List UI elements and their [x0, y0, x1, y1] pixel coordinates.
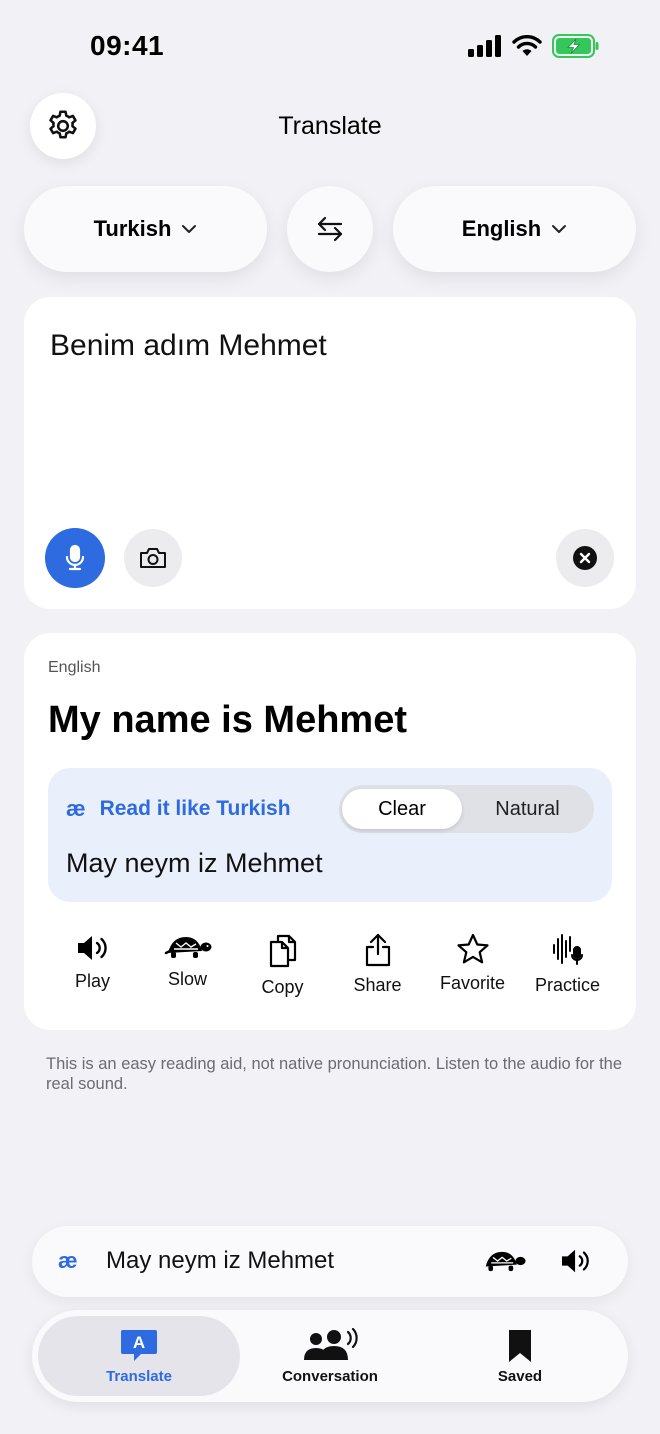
chevron-down-icon: [552, 225, 567, 233]
tab-saved-label: Saved: [497, 1367, 543, 1385]
tab-saved[interactable]: Saved: [430, 1316, 610, 1396]
star-icon: [456, 933, 489, 964]
turtle-icon[interactable]: [482, 1248, 526, 1274]
play-button[interactable]: Play: [45, 933, 140, 992]
favorite-label: Favorite: [439, 973, 506, 993]
people-speaking-icon: [304, 1327, 358, 1360]
action-row: Play Slow Copy Share Favorite Practice: [24, 933, 636, 1013]
cellular-signal-icon: [468, 35, 501, 57]
camera-icon: [140, 548, 166, 568]
copy-label: Copy: [261, 977, 304, 997]
swap-arrows-icon: [317, 216, 343, 242]
output-language-label: English: [48, 659, 101, 676]
status-time: 09:41: [90, 30, 165, 61]
status-icons: [468, 34, 600, 58]
tab-bar: A Translate Conversation Saved: [32, 1310, 628, 1402]
camera-button[interactable]: [124, 529, 182, 587]
speaker-icon[interactable]: [560, 1247, 592, 1275]
turtle-icon: [164, 937, 211, 958]
tab-translate-label: Translate: [106, 1367, 172, 1385]
ae-phonetic-icon: æ: [58, 1248, 78, 1273]
source-text-input[interactable]: Benim adım Mehmet: [50, 329, 327, 363]
translation-card: English My name is Mehmet æ Read it like…: [24, 633, 636, 1030]
mode-natural-option[interactable]: Natural: [464, 789, 591, 829]
bookmark-icon: [509, 1329, 531, 1362]
ae-phonetic-icon: æ: [66, 796, 86, 821]
mode-clear-option[interactable]: Clear: [342, 789, 462, 829]
source-language-selector[interactable]: Turkish: [24, 186, 267, 272]
speaker-icon: [77, 936, 107, 960]
chevron-down-icon: [182, 225, 197, 233]
input-card: Benim adım Mehmet: [24, 297, 636, 609]
microphone-icon: [65, 544, 85, 571]
practice-label: Practice: [534, 975, 601, 995]
practice-button[interactable]: Practice: [520, 933, 615, 996]
copy-icon: [269, 934, 296, 968]
close-circle-icon: [573, 546, 597, 570]
phonetic-text: May neym iz Mehmet: [66, 848, 323, 878]
slow-button[interactable]: Slow: [140, 933, 235, 990]
share-icon: [365, 933, 390, 967]
pronunciation-bar[interactable]: æ May neym iz Mehmet: [32, 1226, 628, 1297]
wifi-icon: [512, 35, 542, 56]
read-it-like-label: Read it like Turkish: [99, 797, 291, 820]
read-it-like-header: æ Read it like Turkish: [66, 796, 291, 822]
translate-tab-letter: A: [133, 1333, 145, 1352]
source-language-label: Turkish: [93, 216, 172, 241]
clear-input-button[interactable]: [556, 529, 614, 587]
microphone-button[interactable]: [45, 528, 105, 588]
disclaimer-note: This is an easy reading aid, not native …: [46, 1055, 623, 1093]
pronunciation-bar-text: May neym iz Mehmet: [106, 1247, 335, 1274]
share-button[interactable]: Share: [330, 933, 425, 996]
tab-translate[interactable]: A Translate: [38, 1316, 240, 1396]
play-label: Play: [74, 971, 110, 991]
translated-text: My name is Mehmet: [48, 699, 407, 741]
copy-button[interactable]: Copy: [235, 933, 330, 998]
target-language-selector[interactable]: English: [393, 186, 636, 272]
voice-waveform-mic-icon: [552, 934, 583, 965]
share-label: Share: [353, 975, 402, 995]
read-it-like-panel: æ Read it like Turkish Clear Natural May…: [48, 768, 612, 902]
battery-charging-icon: [552, 34, 599, 58]
pronunciation-mode-toggle: Clear Natural: [339, 785, 594, 833]
tab-conversation-label: Conversation: [282, 1367, 378, 1385]
page-title: Translate: [278, 112, 382, 140]
favorite-button[interactable]: Favorite: [425, 933, 520, 994]
slow-label: Slow: [167, 969, 207, 989]
translate-bubble-icon: A: [121, 1329, 157, 1361]
tab-conversation[interactable]: Conversation: [240, 1316, 420, 1396]
swap-languages-button[interactable]: [287, 186, 373, 272]
target-language-label: English: [461, 216, 542, 241]
